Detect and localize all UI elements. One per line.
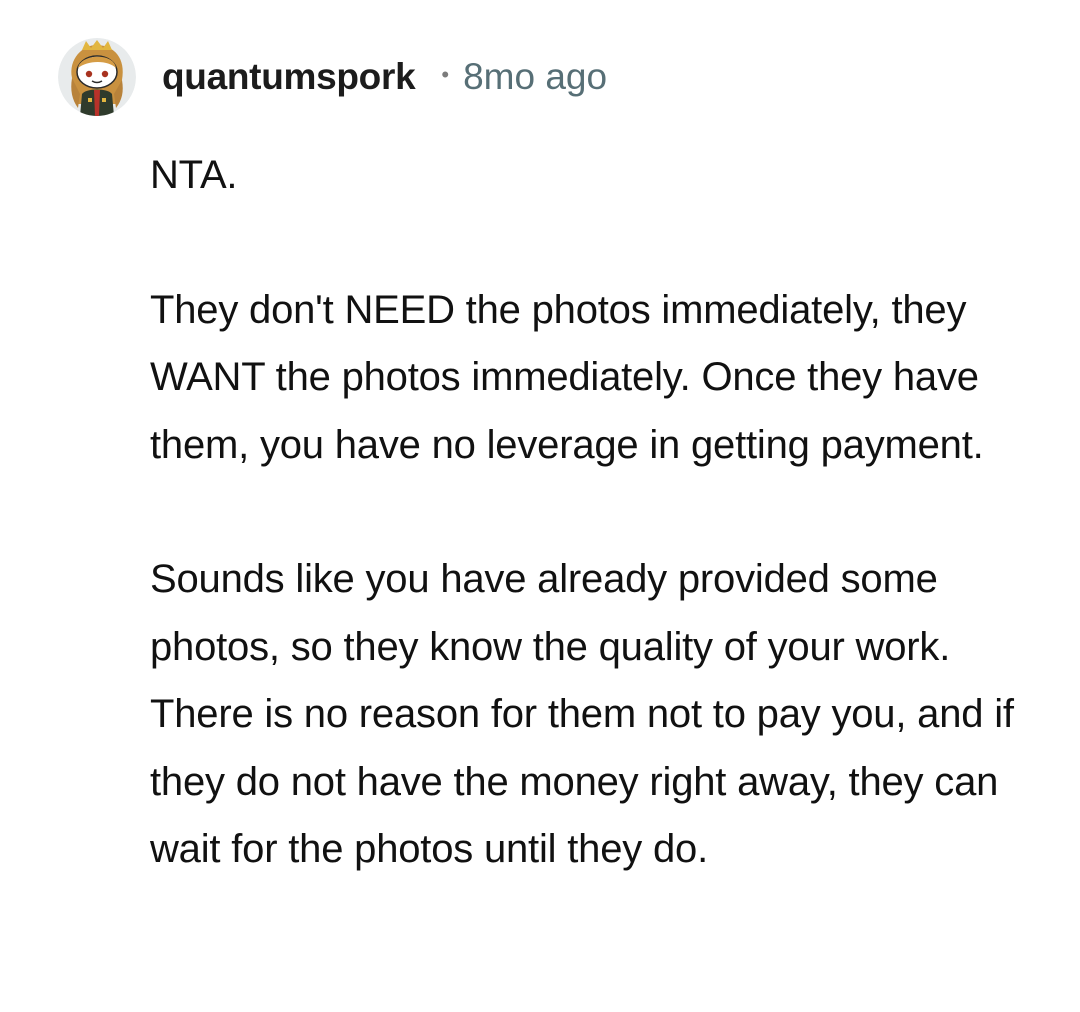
snoo-avatar-icon <box>58 38 136 116</box>
avatar[interactable] <box>58 38 136 116</box>
comment-paragraph: They don't NEED the photos immediately, … <box>150 287 984 467</box>
username[interactable]: quantumspork <box>162 56 416 98</box>
meta-separator: • <box>441 62 450 87</box>
comment-header: quantumspork • 8mo ago <box>58 36 607 118</box>
timestamp[interactable]: 8mo ago <box>463 56 607 98</box>
comment: quantumspork • 8mo ago NTA. They don't N… <box>0 0 1080 1012</box>
comment-paragraph: Sounds like you have already provided so… <box>150 557 1014 871</box>
comment-body: NTA. They don't NEED the photos immediat… <box>150 142 1050 884</box>
comment-paragraph: NTA. <box>150 153 238 197</box>
